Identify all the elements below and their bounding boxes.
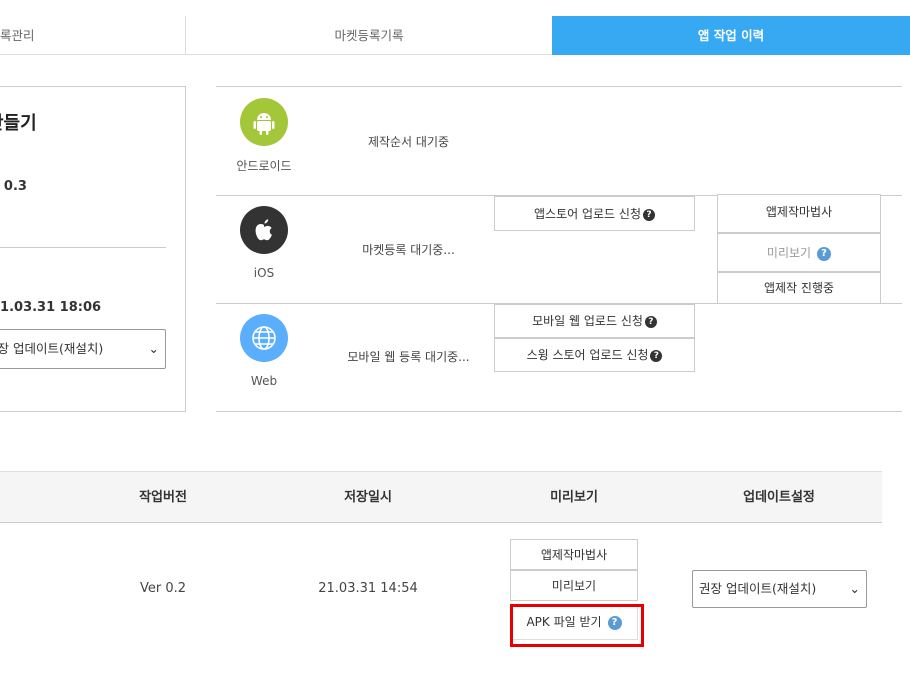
row-version: Ver 0.2 bbox=[139, 581, 187, 596]
tab-registration-management[interactable]: 록관리 bbox=[0, 16, 186, 55]
app-wizard-button[interactable]: 앱제작마법사 bbox=[717, 194, 881, 233]
summary-update-select[interactable]: 권장 업데이트(재설치) ⌄ bbox=[0, 329, 166, 369]
summary-title: 만들기 bbox=[0, 113, 37, 134]
android-icon bbox=[240, 98, 288, 146]
row-preview-button[interactable]: 미리보기 bbox=[510, 570, 638, 601]
col-date: 저장일시 bbox=[344, 490, 392, 505]
mobile-web-upload-button[interactable]: 모바일 웹 업로드 신청? bbox=[494, 304, 695, 338]
table-header: 작업버전 저장일시 미리보기 업데이트설정 bbox=[0, 471, 882, 523]
preview-label: 미리보기 bbox=[766, 246, 812, 260]
chevron-down-icon: ⌄ bbox=[148, 341, 159, 356]
row-date: 21.03.31 14:54 bbox=[318, 581, 418, 596]
row-wizard-button[interactable]: 앱제작마법사 bbox=[510, 539, 638, 570]
summary-date: 21.03.31 18:06 bbox=[0, 300, 102, 315]
appstore-upload-button[interactable]: 앱스토어 업로드 신청? bbox=[494, 196, 695, 231]
help-icon[interactable]: ? bbox=[817, 246, 832, 261]
app-summary-panel: 만들기 r 0.3 21.03.31 18:06 권장 업데이트(재설치) ⌄ bbox=[0, 86, 186, 412]
swing-store-upload-button[interactable]: 스윙 스토어 업로드 신청? bbox=[494, 338, 695, 372]
col-version: 작업버전 bbox=[139, 490, 187, 505]
android-label: 안드로이드 bbox=[236, 159, 292, 173]
mobile-web-upload-label: 모바일 웹 업로드 신청 bbox=[532, 314, 643, 328]
row-update-select[interactable]: 권장 업데이트(재설치) ⌄ bbox=[692, 570, 867, 608]
col-preview: 미리보기 bbox=[550, 490, 598, 505]
android-status: 제작순서 대기중 bbox=[367, 135, 450, 149]
tab-market-registration-history[interactable]: 마켓등록기록 bbox=[186, 16, 552, 55]
divider bbox=[0, 247, 166, 248]
appstore-upload-label: 앱스토어 업로드 신청 bbox=[534, 207, 641, 221]
web-status: 모바일 웹 등록 대기중... bbox=[347, 350, 470, 364]
summary-update-select-value: 권장 업데이트(재설치) bbox=[0, 341, 104, 356]
summary-version: r 0.3 bbox=[0, 179, 27, 194]
tab-app-work-history[interactable]: 앱 작업 이력 bbox=[552, 16, 910, 55]
preview-button[interactable]: 미리보기? bbox=[717, 233, 881, 272]
globe-icon bbox=[240, 314, 288, 362]
app-in-progress-button[interactable]: 앱제작 진행중 bbox=[717, 272, 881, 304]
platform-android-row: 안드로이드 제작순서 대기중 bbox=[216, 86, 902, 196]
help-icon[interactable]: ? bbox=[650, 349, 663, 362]
web-label: Web bbox=[250, 374, 278, 388]
row-update-select-value: 권장 업데이트(재설치) bbox=[699, 581, 817, 596]
tab-bar: 록관리 마켓등록기록 앱 작업 이력 bbox=[0, 16, 910, 55]
ios-status: 마켓등록 대기중... bbox=[362, 243, 455, 257]
help-icon[interactable]: ? bbox=[643, 208, 655, 221]
help-icon[interactable]: ? bbox=[644, 315, 657, 328]
apple-icon bbox=[240, 206, 288, 254]
chevron-down-icon: ⌄ bbox=[849, 581, 860, 596]
ios-label: iOS bbox=[253, 266, 275, 280]
highlight-box bbox=[510, 604, 644, 647]
swing-store-upload-label: 스윙 스토어 업로드 신청 bbox=[526, 348, 649, 362]
col-update-setting: 업데이트설정 bbox=[743, 490, 815, 505]
